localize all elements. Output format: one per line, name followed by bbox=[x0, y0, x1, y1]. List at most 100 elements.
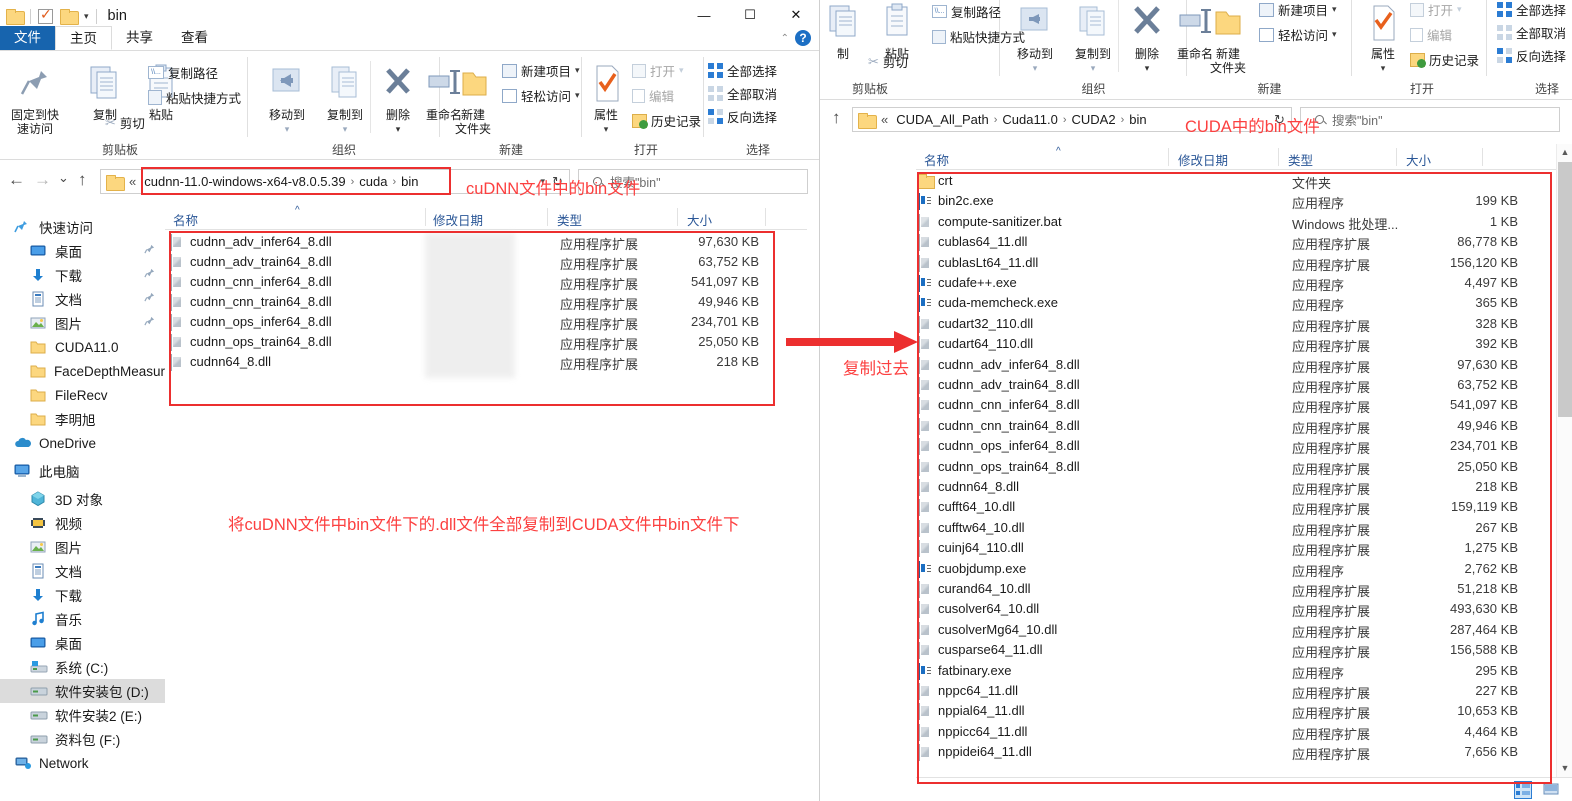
pin-icon[interactable] bbox=[144, 268, 155, 282]
chevron-down-icon[interactable]: ▾ bbox=[1062, 61, 1124, 75]
left-delete-button[interactable]: 删除 ▾ bbox=[376, 63, 420, 136]
right-up-button[interactable]: ↑ bbox=[832, 108, 841, 128]
sidebar-item[interactable]: 桌面 bbox=[0, 239, 165, 263]
table-row[interactable]: cudart64_110.dll 应用程序扩展 392 KB bbox=[916, 335, 1556, 355]
left-select-none-button[interactable]: 全部取消 bbox=[708, 84, 777, 103]
right-select-all-button[interactable]: 全部选择 bbox=[1497, 0, 1566, 19]
column-header-size[interactable]: 大小 bbox=[687, 210, 712, 229]
left-new-item-button[interactable]: 新建项目 ▾ bbox=[502, 61, 580, 80]
sidebar-item[interactable]: 李明旭 bbox=[0, 407, 165, 431]
right-select-none-button[interactable]: 全部取消 bbox=[1497, 23, 1566, 42]
table-row[interactable]: cudnn_cnn_infer64_8.dll 应用程序扩展 541,097 KB bbox=[916, 396, 1556, 416]
chevron-down-icon[interactable]: ▾ bbox=[582, 122, 630, 136]
breadcrumb-item[interactable]: cuda bbox=[354, 174, 392, 189]
right-move-to-button[interactable]: 移动到 ▾ bbox=[1004, 2, 1066, 75]
column-header-size[interactable]: 大小 bbox=[1406, 150, 1431, 169]
left-easy-access-button[interactable]: 轻松访问 ▾ bbox=[502, 86, 580, 105]
sidebar-item[interactable]: 此电脑 bbox=[0, 459, 165, 483]
left-navigation-pane[interactable]: 快速访问 桌面 下载 文档 图片 CUDA11.0 FaceDepthMeasur FileR… bbox=[0, 215, 165, 801]
close-button[interactable]: ✕ bbox=[773, 0, 819, 30]
chevron-down-icon[interactable]: ▾ bbox=[1332, 4, 1337, 15]
tab-view[interactable]: 查看 bbox=[167, 26, 222, 50]
sidebar-item[interactable]: Network bbox=[0, 751, 165, 775]
right-copy-to-button[interactable]: 复制到 ▾ bbox=[1062, 2, 1124, 75]
table-row[interactable]: cudart32_110.dll 应用程序扩展 328 KB bbox=[916, 315, 1556, 335]
back-button[interactable]: ← bbox=[8, 170, 25, 190]
right-easy-access-button[interactable]: 轻松访问 ▾ bbox=[1259, 25, 1337, 44]
left-invert-selection-button[interactable]: 反向选择 bbox=[708, 107, 777, 126]
table-row[interactable]: cudnn64_8.dll 应用程序扩展 218 KB bbox=[916, 478, 1556, 498]
right-search-box[interactable]: 搜索"bin" bbox=[1300, 107, 1560, 132]
right-properties-button[interactable]: 属性 ▾ bbox=[1352, 2, 1414, 75]
left-new-folder-button[interactable]: 新建 文件夹 bbox=[442, 63, 504, 136]
sidebar-item[interactable]: FileRecv bbox=[0, 383, 165, 407]
breadcrumb-item[interactable]: bin bbox=[396, 174, 423, 189]
left-paste-shortcut-button[interactable]: 粘贴快捷方式 bbox=[148, 88, 241, 107]
right-delete-button[interactable]: 删除 ▾ bbox=[1124, 2, 1170, 75]
sidebar-item[interactable]: 下载 bbox=[0, 263, 165, 287]
pin-icon[interactable] bbox=[144, 244, 155, 258]
sidebar-item[interactable]: OneDrive bbox=[0, 431, 165, 455]
chevron-down-icon[interactable]: ▾ bbox=[1457, 4, 1462, 15]
forward-button[interactable]: → bbox=[34, 170, 51, 190]
breadcrumb-item[interactable]: Cuda11.0 bbox=[997, 112, 1062, 127]
left-move-to-button[interactable]: 移动到 ▾ bbox=[256, 63, 318, 136]
scroll-up-arrow-icon[interactable]: ▲ bbox=[1557, 144, 1572, 161]
table-row[interactable]: bin2c.exe 应用程序 199 KB bbox=[916, 192, 1556, 212]
table-row[interactable]: nppidei64_11.dll 应用程序扩展 7,656 KB bbox=[916, 743, 1556, 763]
column-header-name[interactable]: 名称 bbox=[173, 210, 198, 229]
table-row[interactable]: cusolverMg64_10.dll 应用程序扩展 287,464 KB bbox=[916, 621, 1556, 641]
qat-folder-icon[interactable] bbox=[6, 9, 25, 25]
collapse-ribbon-icon[interactable]: ⌃ bbox=[781, 33, 789, 44]
table-row[interactable]: cudafe++.exe 应用程序 4,497 KB bbox=[916, 274, 1556, 294]
maximize-button[interactable]: ☐ bbox=[727, 0, 773, 30]
right-new-folder-button[interactable]: 新建 文件夹 bbox=[1197, 2, 1259, 75]
left-history-button[interactable]: 历史记录 bbox=[632, 111, 701, 130]
column-header-date[interactable]: 修改日期 bbox=[433, 210, 483, 229]
breadcrumb-item[interactable]: cudnn-11.0-windows-x64-v8.0.5.39 bbox=[139, 174, 350, 189]
table-row[interactable]: cufft64_10.dll 应用程序扩展 159,119 KB bbox=[916, 498, 1556, 518]
left-edit-button[interactable]: 编辑 bbox=[632, 86, 674, 105]
chevron-down-icon[interactable]: ▾ bbox=[1352, 61, 1414, 75]
table-row[interactable]: cusparse64_11.dll 应用程序扩展 156,588 KB bbox=[916, 641, 1556, 661]
sidebar-item[interactable]: 视频 bbox=[0, 511, 165, 535]
help-button[interactable]: ? bbox=[795, 30, 811, 46]
details-view-button[interactable] bbox=[1514, 781, 1532, 799]
chevron-down-icon[interactable]: ▾ bbox=[1124, 61, 1170, 75]
table-row[interactable]: cudnn_ops_infer64_8.dll 应用程序扩展 234,701 KB bbox=[916, 437, 1556, 457]
breadcrumb-item[interactable]: CUDA2 bbox=[1067, 112, 1121, 127]
pin-quick-access-button[interactable]: 固定到快 速访问 bbox=[2, 63, 68, 136]
table-row[interactable]: cufftw64_10.dll 应用程序扩展 267 KB bbox=[916, 519, 1556, 539]
scrollbar-thumb[interactable] bbox=[1558, 162, 1572, 417]
column-header-date[interactable]: 修改日期 bbox=[1178, 150, 1228, 169]
pin-icon[interactable] bbox=[144, 292, 155, 306]
recent-locations-button[interactable]: ⌄ bbox=[58, 170, 69, 186]
pin-icon[interactable] bbox=[144, 316, 155, 330]
right-cut-button[interactable]: ✂ 剪切 bbox=[868, 52, 908, 71]
right-vertical-scrollbar[interactable]: ▲ ▼ bbox=[1556, 144, 1572, 777]
scroll-down-arrow-icon[interactable]: ▼ bbox=[1557, 760, 1572, 777]
table-row[interactable]: nppial64_11.dll 应用程序扩展 10,653 KB bbox=[916, 702, 1556, 722]
chevron-down-icon[interactable]: ▾ bbox=[376, 122, 420, 136]
table-row[interactable]: cudnn_adv_train64_8.dll 应用程序扩展 63,752 KB bbox=[916, 376, 1556, 396]
table-row[interactable]: cublasLt64_11.dll 应用程序扩展 156,120 KB bbox=[916, 254, 1556, 274]
sidebar-item[interactable]: 图片 bbox=[0, 535, 165, 559]
table-row[interactable]: cudnn_adv_infer64_8.dll 应用程序扩展 97,630 KB bbox=[916, 356, 1556, 376]
table-row[interactable]: cudnn_ops_train64_8.dll 应用程序扩展 25,050 KB bbox=[916, 458, 1556, 478]
sidebar-item[interactable]: 资料包 (F:) bbox=[0, 727, 165, 751]
sidebar-item[interactable]: 下载 bbox=[0, 583, 165, 607]
left-properties-button[interactable]: 属性 ▾ bbox=[582, 63, 630, 136]
breadcrumb-item[interactable]: bin bbox=[1124, 112, 1151, 127]
right-copy-path-button[interactable]: \\... 复制路径 bbox=[932, 2, 1001, 21]
chevron-down-icon[interactable]: ▾ bbox=[314, 122, 376, 136]
sidebar-item[interactable]: 桌面 bbox=[0, 631, 165, 655]
right-history-button[interactable]: 历史记录 bbox=[1410, 50, 1479, 69]
table-row[interactable]: fatbinary.exe 应用程序 295 KB bbox=[916, 662, 1556, 682]
sidebar-item[interactable]: 图片 bbox=[0, 311, 165, 335]
chevron-down-icon[interactable]: ▾ bbox=[256, 122, 318, 136]
table-row[interactable]: cusolver64_10.dll 应用程序扩展 493,630 KB bbox=[916, 600, 1556, 620]
sidebar-item[interactable]: CUDA11.0 bbox=[0, 335, 165, 359]
chevron-down-icon[interactable]: ▾ bbox=[575, 65, 580, 76]
sidebar-item[interactable]: FaceDepthMeasur bbox=[0, 359, 165, 383]
left-open-button[interactable]: 打开 ▾ bbox=[632, 61, 684, 80]
